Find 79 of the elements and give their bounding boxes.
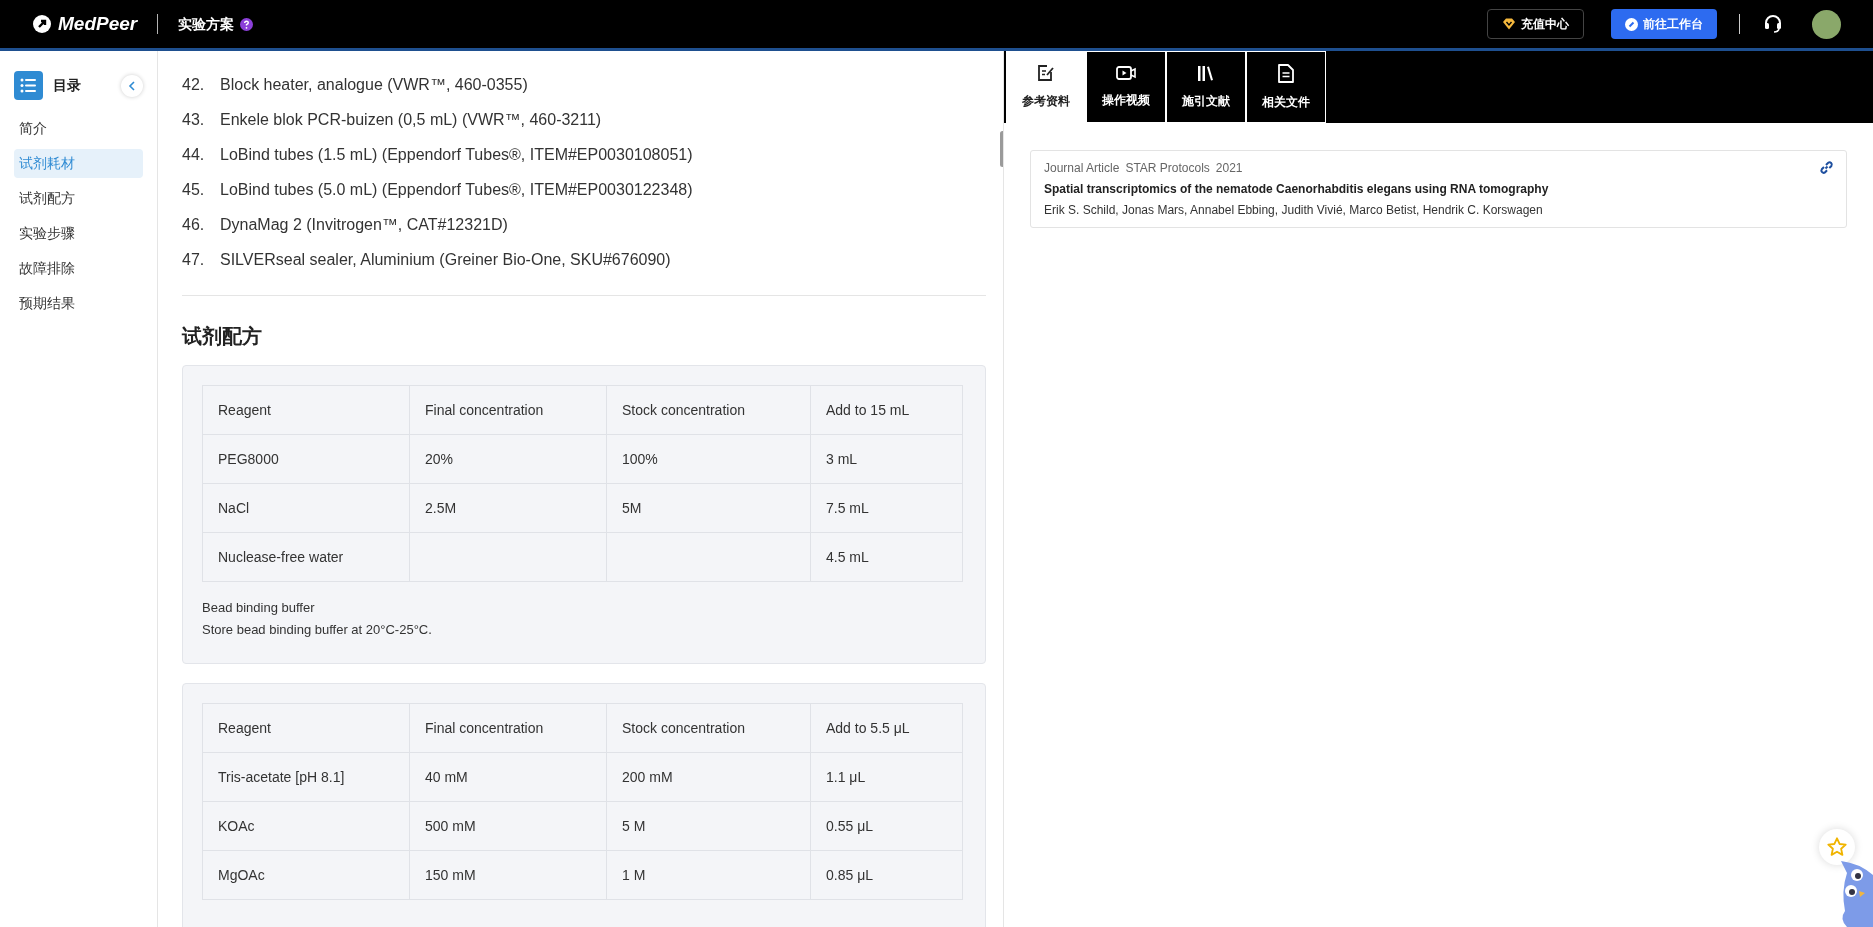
logo-icon [1625,17,1638,31]
section-heading: 试剂配方 [182,324,263,349]
chevron-left-icon [128,80,136,91]
article-type: Journal Article [1044,160,1120,177]
sidebar-item[interactable]: 试剂配方 [14,184,143,213]
panel-tab[interactable]: 操作视频 [1086,51,1166,123]
recharge-button[interactable]: 充值中心 [1487,9,1584,39]
panel-tab[interactable]: 相关文件 [1246,51,1326,123]
list-number: 46. [182,214,206,235]
table-cell: 0.85 μL [810,850,963,900]
recipe-note: Store bead binding buffer at 20°C-25°C. [202,621,433,639]
table-cell: 150 mM [409,850,607,900]
list-number: 43. [182,109,206,130]
column-header: Stock concentration [606,385,811,435]
video-camera-icon [1116,65,1136,81]
column-header: Reagent [202,385,410,435]
table-cell: 500 mM [409,801,607,851]
table-cell: 1 M [606,850,811,900]
logo[interactable]: MedPeer [58,9,138,39]
table-cell: KOAc [202,801,410,851]
help-icon[interactable] [240,17,254,31]
table-cell: PEG8000 [202,434,410,484]
sidebar-title: 目录 [53,76,81,95]
workbench-button[interactable]: 前往工作台 [1611,9,1717,39]
star-icon [1826,836,1848,858]
table-cell: 1.1 μL [810,752,963,802]
sidebar-item[interactable]: 实验步骤 [14,219,143,248]
headset-icon[interactable] [1762,13,1784,35]
recipe-note: Bead binding buffer [202,599,316,617]
table-cell: Tris-acetate [pH 8.1] [202,752,410,802]
avatar[interactable] [1812,9,1841,39]
link-icon[interactable] [1819,160,1834,175]
sidebar-item[interactable]: 故障排除 [14,254,143,283]
list-number: 42. [182,74,206,95]
table-cell: NaCl [202,483,410,533]
table-cell: 200 mM [606,752,811,802]
material-item: DynaMag 2 (Invitrogen™, CAT#12321D) [220,214,508,235]
table-cell: 3 mL [810,434,963,484]
sidebar-item[interactable]: 简介 [14,114,143,143]
table-cell: 4.5 mL [810,532,963,582]
table-cell: 0.55 μL [810,801,963,851]
table-cell: 100% [606,434,811,484]
table-cell: Nuclease-free water [202,532,410,582]
table-cell: 20% [409,434,607,484]
document-icon [1278,63,1294,83]
material-item: Enkele blok PCR-buizen (0,5 mL) (VWR™, 460-3211) [220,109,602,130]
panel-tab[interactable]: 施引文献 [1166,51,1246,123]
column-header: Add to 5.5 μL [810,703,963,753]
material-item: LoBind tubes (5.0 mL) (Eppendorf Tubes®, ITEM#EP0030122348) [220,179,693,200]
table-cell: MgOAc [202,850,410,900]
table-cell: 2.5M [409,483,607,533]
column-header: Add to 15 mL [810,385,963,435]
publication-year: 2021 [1215,160,1243,177]
books-icon [1196,64,1216,82]
table-cell: 5 M [606,801,811,851]
bird-mascot-drawing [1839,861,1873,927]
material-item: SILVERseal sealer, Aluminium (Greiner Bio-One, SKU#676090) [220,249,671,270]
sidebar-item[interactable]: 预期结果 [14,289,143,318]
gem-icon [1502,18,1516,30]
material-item: LoBind tubes (1.5 mL) (Eppendorf Tubes®, ITEM#EP0030108051) [220,144,693,165]
panel-tab[interactable]: 参考资料 [1006,51,1086,123]
article-authors: Erik S. Schild, Jonas Mars, Annabel Ebbing, Judith Vivié, Marco Betist, Hendrik C. Korswagen [1044,202,1544,219]
table-cell: 5M [606,483,811,533]
table-cell: 7.5 mL [810,483,963,533]
list-number: 44. [182,144,206,165]
column-header: Reagent [202,703,410,753]
journal-name: STAR Protocols [1125,160,1210,177]
list-number: 47. [182,249,206,270]
table-cell: 40 mM [409,752,607,802]
material-item: Block heater, analogue (VWR™, 460-0355) [220,74,528,95]
logo-icon [32,14,52,34]
column-header: Final concentration [409,703,607,753]
column-header: Stock concentration [606,703,811,753]
list-number: 45. [182,179,206,200]
edit-note-icon [1037,64,1055,82]
column-header: Final concentration [409,385,607,435]
list-icon [14,71,43,100]
section-title: 实验方案 [178,14,235,34]
article-title[interactable]: Spatial transcriptomics of the nematode Caenorhabditis elegans using RNA tomography [1044,178,1833,200]
